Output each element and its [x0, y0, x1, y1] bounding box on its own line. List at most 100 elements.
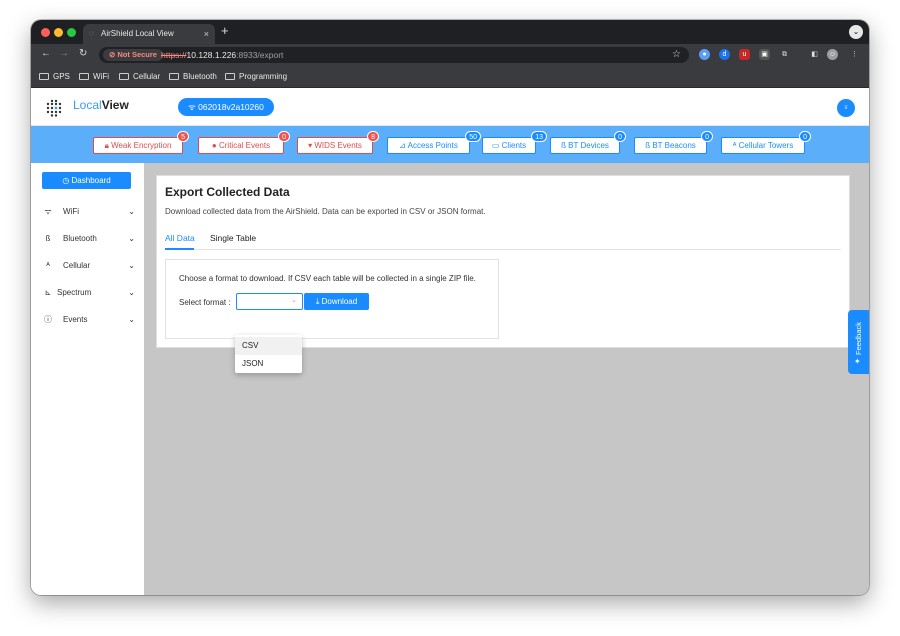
- user-account-icon[interactable]: ⍤: [837, 99, 855, 117]
- sidebar-item-wifi[interactable]: ᯤ WiFi ⌄: [43, 204, 135, 220]
- folder-icon: [79, 73, 89, 80]
- bookmark-label: GPS: [53, 72, 70, 81]
- folder-icon: [225, 73, 235, 80]
- profile-avatar-icon[interactable]: ☺: [827, 49, 838, 60]
- chevron-down-icon: ⌄: [128, 261, 135, 270]
- chip-access-points[interactable]: ⊿ Access Points 50: [387, 131, 481, 154]
- sidebar-item-bluetooth[interactable]: ß Bluetooth ⌄: [43, 231, 135, 247]
- count-badge: 50: [465, 131, 481, 142]
- brand-name: LocalView: [73, 98, 129, 112]
- sidebar-item-events[interactable]: ⓘ Events ⌄: [43, 312, 135, 328]
- chevron-down-icon: ⌄: [291, 297, 297, 304]
- sidebar-item-label: Bluetooth: [63, 234, 97, 243]
- extensions-puzzle-icon[interactable]: ⧉: [779, 49, 790, 60]
- clock-icon: ◷: [62, 176, 72, 185]
- wifi-icon: ᯤ: [44, 207, 52, 216]
- export-panel: Choose a format to download. If CSV each…: [165, 259, 499, 339]
- bookmark-label: WiFi: [93, 72, 109, 81]
- tab-single-table[interactable]: Single Table: [210, 233, 256, 243]
- bookmark-wifi[interactable]: WiFi: [79, 66, 109, 88]
- sparkle-icon: ✦: [854, 357, 861, 366]
- kebab-menu-icon[interactable]: ⋮: [849, 49, 860, 60]
- chip-label: Weak Encryption: [111, 141, 172, 150]
- chevron-down-icon: ⌄: [128, 234, 135, 243]
- bookmarks-bar: GPS WiFi Cellular Bluetooth Programming: [31, 66, 869, 88]
- count-badge: 8: [367, 131, 379, 142]
- format-select[interactable]: ⌄: [236, 293, 303, 310]
- sidebar-item-spectrum[interactable]: ⊾ Spectrum ⌄: [43, 285, 135, 301]
- bookmark-star-icon[interactable]: ☆: [672, 47, 681, 63]
- chevron-down-icon: ⌄: [128, 288, 135, 297]
- url-scheme: https://: [161, 50, 187, 60]
- extension-1-icon[interactable]: ●: [699, 49, 710, 60]
- close-window-button[interactable]: [41, 28, 50, 37]
- not-secure-badge[interactable]: ⊘ Not Secure: [103, 49, 163, 61]
- count-badge: 13: [531, 131, 547, 142]
- tab-title: AirShield Local View: [101, 29, 174, 38]
- forward-icon[interactable]: →: [59, 48, 69, 59]
- alert-bar: 🔒︎ Weak Encryption 5 ● Critical Events 0…: [31, 126, 869, 163]
- page-title: Export Collected Data: [165, 185, 290, 199]
- chart-icon: ⊾: [44, 288, 52, 297]
- chip-label: Critical Events: [218, 141, 271, 150]
- bookmark-bluetooth[interactable]: Bluetooth: [169, 66, 217, 88]
- ublock-icon[interactable]: u: [739, 49, 750, 60]
- app-header: LocalView ᯤ 062018v2a10260 ⍤: [31, 88, 869, 126]
- sidebar: ◷ Dashboard ᯤ WiFi ⌄ ß Bluetooth ⌄ ᴬ Cel…: [31, 163, 144, 595]
- chevron-down-icon: ⌄: [128, 207, 135, 216]
- feedback-button[interactable]: Feedback ✦: [848, 310, 869, 374]
- chip-clients[interactable]: ▭ Clients 13: [482, 131, 547, 154]
- folder-icon: [119, 73, 129, 80]
- bookmark-label: Cellular: [133, 72, 161, 81]
- minimize-window-button[interactable]: [54, 28, 63, 37]
- chevron-down-icon: ⌄: [128, 315, 135, 324]
- sidepanel-icon[interactable]: ◧: [809, 49, 820, 60]
- device-id: 062018v2a10260: [198, 102, 264, 112]
- laptop-icon: ▭: [491, 141, 502, 150]
- browser-tab[interactable]: ◌ AirShield Local View ×: [83, 24, 215, 44]
- sidebar-item-label: Events: [63, 315, 88, 324]
- brand-local: Local: [73, 98, 102, 112]
- chip-bt-beacons[interactable]: ß BT Beacons 0: [634, 131, 713, 154]
- sidebar-item-cellular[interactable]: ᴬ Cellular ⌄: [43, 258, 135, 274]
- extension-4-icon[interactable]: ▣: [759, 49, 770, 60]
- chip-label: BT Devices: [568, 141, 609, 150]
- chip-critical-events[interactable]: ● Critical Events 0: [198, 131, 290, 154]
- brand-view: View: [101, 98, 129, 112]
- bookmark-programming[interactable]: Programming: [225, 66, 287, 88]
- tab-close-icon[interactable]: ×: [204, 24, 209, 44]
- chip-weak-encryption[interactable]: 🔒︎ Weak Encryption 5: [93, 131, 189, 154]
- extension-2-icon[interactable]: d: [719, 49, 730, 60]
- info-icon: ⓘ: [44, 315, 52, 324]
- count-badge: 5: [177, 131, 189, 142]
- bookmark-gps[interactable]: GPS: [39, 66, 70, 88]
- device-selector[interactable]: ᯤ 062018v2a10260: [178, 98, 274, 116]
- count-badge: 0: [614, 131, 626, 142]
- select-format-label: Select format :: [179, 298, 231, 307]
- reload-icon[interactable]: ↻: [79, 48, 87, 59]
- alert-icon: ●: [211, 141, 219, 150]
- bookmark-cellular[interactable]: Cellular: [119, 66, 160, 88]
- chip-label: BT Beacons: [652, 141, 696, 150]
- new-tab-button[interactable]: +: [221, 23, 229, 38]
- option-csv[interactable]: CSV: [235, 337, 302, 355]
- folder-icon: [169, 73, 179, 80]
- chip-label: Clients: [501, 141, 527, 150]
- format-instructions: Choose a format to download. If CSV each…: [179, 274, 476, 283]
- dashboard-button[interactable]: ◷ Dashboard: [42, 172, 131, 189]
- chip-cellular-towers[interactable]: ᴬ Cellular Towers 0: [721, 131, 811, 154]
- export-tabs: All Data Single Table: [165, 228, 841, 250]
- back-icon[interactable]: ←: [41, 48, 51, 59]
- export-card: Export Collected Data Download collected…: [156, 175, 850, 348]
- maximize-window-button[interactable]: [67, 28, 76, 37]
- browser-toolbar: ← → ↻ ⊘ Not Secure https://10.128.1.226:…: [31, 44, 869, 66]
- address-bar[interactable]: ⊘ Not Secure https://10.128.1.226:8933/e…: [99, 47, 689, 63]
- download-button[interactable]: ⤓ Download: [304, 293, 369, 310]
- tab-search-icon[interactable]: ⌄: [849, 25, 863, 39]
- chip-bt-devices[interactable]: ß BT Devices 0: [550, 131, 626, 154]
- chip-wids-events[interactable]: ▾ WIDS Events 8: [297, 131, 379, 154]
- tab-all-data[interactable]: All Data: [165, 233, 195, 243]
- cell-tower-icon: ᴬ: [46, 261, 50, 270]
- option-json[interactable]: JSON: [235, 355, 302, 373]
- url-text[interactable]: https://10.128.1.226:8933/export: [161, 47, 283, 63]
